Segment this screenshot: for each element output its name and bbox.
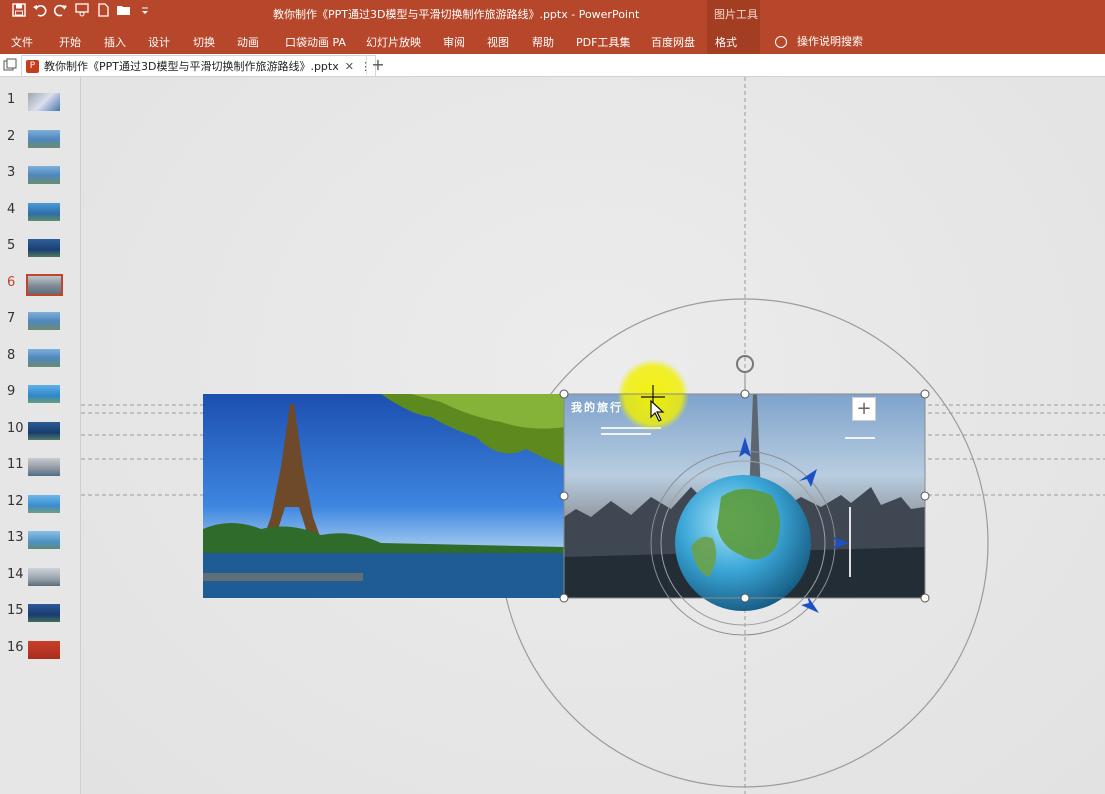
tab-home[interactable]: 开始 <box>59 34 81 50</box>
slide-number: 9 <box>7 384 16 399</box>
slide-thumbnail[interactable]: 10 <box>0 419 80 445</box>
slide-thumbnail[interactable]: 5 <box>0 236 80 262</box>
new-tab-button[interactable]: + <box>366 55 389 75</box>
slide-thumbnail[interactable]: 16 <box>0 638 80 664</box>
slide-number: 10 <box>7 421 24 436</box>
slide-thumbnail[interactable]: 13 <box>0 528 80 554</box>
from-beginning-icon[interactable] <box>71 3 92 23</box>
slide-number: 2 <box>7 129 16 144</box>
slide-preview <box>28 531 60 549</box>
slide-content <box>81 77 1105 794</box>
slide-canvas[interactable]: + 我的旅行 <box>81 77 1105 794</box>
slide-thumbnail[interactable]: 14 <box>0 565 80 591</box>
slide-number: 16 <box>7 640 24 655</box>
tab-transitions[interactable]: 切换 <box>193 34 215 50</box>
slide-thumbnail[interactable]: 12 <box>0 492 80 518</box>
slide-preview <box>28 568 60 586</box>
slide-preview <box>28 422 60 440</box>
slide-number: 15 <box>7 603 24 618</box>
slide-preview <box>28 641 60 659</box>
powerpoint-icon: P <box>26 59 39 73</box>
slide-thumbnail[interactable]: 9 <box>0 382 80 408</box>
slide-number: 5 <box>7 238 16 253</box>
tab-help[interactable]: 帮助 <box>532 34 554 50</box>
slide-number: 1 <box>7 92 16 107</box>
slide-number: 4 <box>7 202 16 217</box>
slide-thumbnail[interactable]: 1 <box>0 90 80 116</box>
slide-thumbnail[interactable]: 3 <box>0 163 80 189</box>
slide-number: 3 <box>7 165 16 180</box>
slide-preview <box>28 166 60 184</box>
title-bar: ˅ 教你制作《PPT通过3D模型与平滑切换制作旅游路线》.pptx - Powe… <box>0 0 1105 27</box>
slide-number: 12 <box>7 494 24 509</box>
tab-slideshow[interactable]: 幻灯片放映 <box>366 34 421 50</box>
slide-thumbnail[interactable]: 4 <box>0 200 80 226</box>
tab-design[interactable]: 设计 <box>148 34 170 50</box>
slide-thumbnail-pane: 1 2 3 4 5 6 7 8 9 10 11 12 13 14 15 16 <box>0 77 81 794</box>
tab-format[interactable]: 格式 <box>707 27 760 54</box>
lightbulb-icon <box>775 36 787 48</box>
quick-access-toolbar: ˅ <box>8 3 155 23</box>
tab-animations[interactable]: 动画 <box>237 34 259 50</box>
slide-preview <box>28 495 60 513</box>
slide-thumbnail[interactable]: 7 <box>0 309 80 335</box>
tell-me-label: 操作说明搜索 <box>797 35 863 48</box>
close-tab-icon[interactable]: ✕ <box>345 60 354 73</box>
slide-thumbnail[interactable]: 2 <box>0 127 80 153</box>
slide-preview <box>28 385 60 403</box>
new-file-icon[interactable] <box>92 3 113 23</box>
picture-tools-label: 图片工具 <box>714 8 758 21</box>
tab-baidu-netdisk[interactable]: 百度网盘 <box>651 34 695 50</box>
picture-title-text: 我的旅行 <box>571 401 623 414</box>
slide-preview <box>28 239 60 257</box>
tab-pocket-animation[interactable]: 口袋动画 PA <box>285 34 346 50</box>
slide-number: 14 <box>7 567 24 582</box>
slide-thumbnail[interactable]: 11 <box>0 455 80 481</box>
undo-icon[interactable]: ˅ <box>29 3 50 23</box>
tell-me-search[interactable]: 操作说明搜索 <box>775 33 863 49</box>
slide-preview <box>28 604 60 622</box>
slide-preview <box>26 274 63 296</box>
layout-options-button[interactable]: + <box>852 397 876 421</box>
tab-menu-icon[interactable] <box>3 58 17 75</box>
ribbon-tabs: 文件 开始 插入 设计 切换 动画 口袋动画 PA 幻灯片放映 审阅 视图 帮助… <box>0 27 1105 54</box>
tab-view[interactable]: 视图 <box>487 34 509 50</box>
slide-preview <box>28 93 60 111</box>
slide-number: 7 <box>7 311 16 326</box>
slide-number: 13 <box>7 530 24 545</box>
paris-picture[interactable] <box>203 394 565 598</box>
slide-thumbnail-selected[interactable]: 6 <box>0 273 80 299</box>
slide-thumbnail[interactable]: 8 <box>0 346 80 372</box>
slide-number: 6 <box>7 275 16 290</box>
slide-preview <box>28 203 60 221</box>
save-icon[interactable] <box>8 3 29 23</box>
redo-icon[interactable] <box>50 3 71 23</box>
slide-preview <box>28 312 60 330</box>
tab-insert[interactable]: 插入 <box>104 34 126 50</box>
slide-preview <box>28 130 60 148</box>
slide-preview <box>28 458 60 476</box>
slide-thumbnail[interactable]: 15 <box>0 601 80 627</box>
customize-qat-icon[interactable] <box>134 3 155 23</box>
document-tab-strip: P 教你制作《PPT通过3D模型与平滑切换制作旅游路线》.pptx ✕ ⋮ + <box>0 54 1105 77</box>
tab-review[interactable]: 审阅 <box>443 34 465 50</box>
document-title: 教你制作《PPT通过3D模型与平滑切换制作旅游路线》.pptx - PowerP… <box>273 8 640 21</box>
document-tab[interactable]: P 教你制作《PPT通过3D模型与平滑切换制作旅游路线》.pptx ✕ ⋮ <box>21 55 376 76</box>
open-folder-icon[interactable] <box>113 3 134 23</box>
svg-text:˅: ˅ <box>44 9 48 17</box>
slide-number: 8 <box>7 348 16 363</box>
slide-preview <box>28 349 60 367</box>
tab-pdf-tools[interactable]: PDF工具集 <box>576 34 630 50</box>
slide-number: 11 <box>7 457 24 472</box>
document-tab-label: 教你制作《PPT通过3D模型与平滑切换制作旅游路线》.pptx <box>44 60 339 73</box>
tab-file[interactable]: 文件 <box>11 34 33 50</box>
